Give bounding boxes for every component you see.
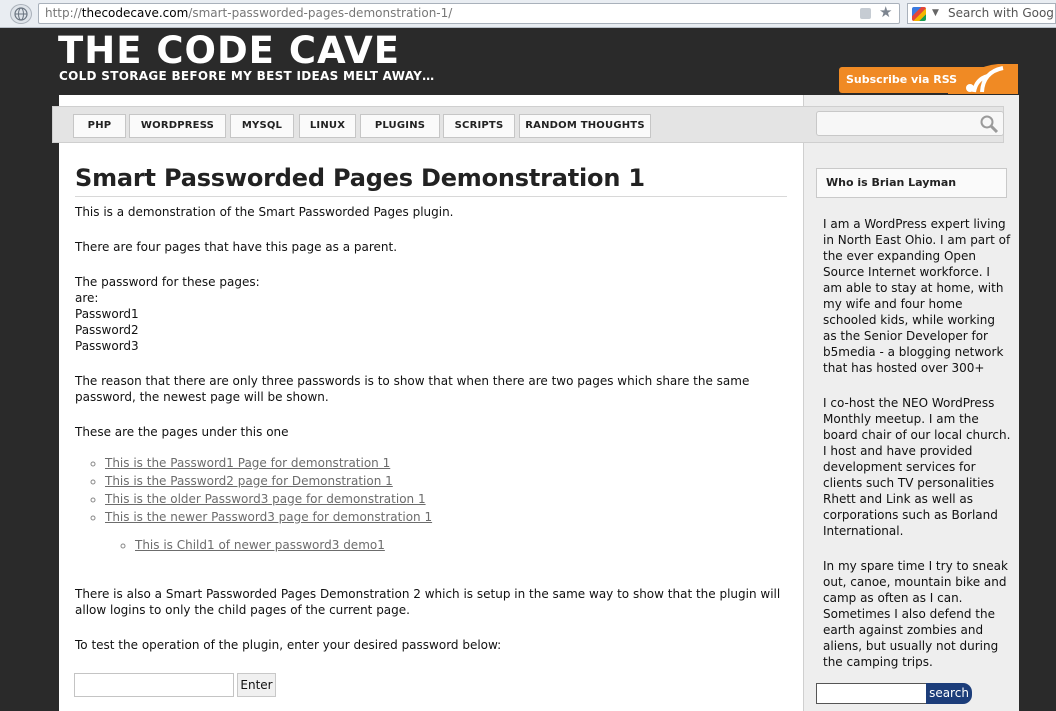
post-intro: This is a demonstration of the Smart Pas…: [75, 205, 454, 219]
list-item: This is the Password1 Page for demonstra…: [105, 455, 787, 471]
browser-search-placeholder: Search with Google: [948, 6, 1056, 20]
post-parent-note: There are four pages that have this page…: [75, 240, 398, 254]
nav-item-php[interactable]: PHP: [73, 114, 126, 138]
list-item: This is the older Password3 page for dem…: [105, 491, 787, 507]
bio-paragraph: I co-host the NEO WordPress Monthly meet…: [823, 396, 1011, 538]
post-demo2-note: There is also a Smart Passworded Pages D…: [75, 587, 781, 617]
post-test-note: To test the operation of the plugin, ent…: [75, 638, 502, 652]
site-title[interactable]: THE CODE CAVE: [58, 30, 400, 72]
list-item: This is Child1 of newer password3 demo1: [135, 537, 787, 553]
child-pages-list: This is the Password1 Page for demonstra…: [105, 455, 787, 525]
magnifier-icon[interactable]: [979, 114, 999, 134]
child-page-link[interactable]: This is the older Password3 page for dem…: [105, 492, 426, 506]
child-page-link[interactable]: This is the newer Password3 page for dem…: [105, 510, 432, 524]
site-tagline: COLD STORAGE BEFORE MY BEST IDEAS MELT A…: [59, 69, 435, 83]
url-domain: thecodecave.com: [81, 6, 189, 20]
globe-icon[interactable]: [10, 4, 32, 24]
widget-title: Who is Brian Layman: [816, 168, 1007, 198]
passwords-are: are:: [75, 291, 99, 305]
sidebar-search-input[interactable]: [816, 683, 928, 704]
url-path: /smart-passworded-pages-demonstration-1/: [188, 6, 453, 20]
password-input[interactable]: [74, 673, 234, 697]
browser-search-box[interactable]: ▼ Search with Google: [907, 3, 1056, 24]
address-bar[interactable]: http://thecodecave.com/smart-passworded-…: [38, 3, 900, 24]
bio-paragraph: I am a WordPress expert living in North …: [823, 217, 1011, 375]
list-item: This is the Password2 page for Demonstra…: [105, 473, 787, 489]
google-icon: [912, 7, 926, 21]
child-page-link[interactable]: This is the Password2 page for Demonstra…: [105, 474, 393, 488]
grandchild-page-link[interactable]: This is Child1 of newer password3 demo1: [135, 538, 385, 552]
password-list: The password for these pages: are: Passw…: [75, 274, 787, 354]
pages-heading: These are the pages under this one: [75, 425, 289, 439]
bio-paragraph: In my spare time I try to sneak out, can…: [823, 559, 1008, 669]
bookmark-star-icon[interactable]: ★: [879, 4, 892, 20]
sidebar-search-button[interactable]: search: [926, 683, 972, 704]
list-item: This is the newer Password3 page for dem…: [105, 509, 787, 525]
site-search-input[interactable]: [816, 111, 1004, 136]
nav-item-plugins[interactable]: PLUGINS: [360, 114, 440, 138]
password-item: Password2: [75, 323, 139, 337]
post-content: Smart Passworded Pages Demonstration 1 T…: [75, 162, 787, 672]
nav-item-scripts[interactable]: SCRIPTS: [443, 114, 515, 138]
passwords-heading: The password for these pages:: [75, 275, 260, 289]
nav-item-random-thoughts[interactable]: RANDOM THOUGHTS: [519, 114, 651, 138]
grandchild-pages-list: This is Child1 of newer password3 demo1: [135, 537, 787, 553]
url-prefix: http://: [45, 6, 82, 20]
post-reason: The reason that there are only three pas…: [75, 374, 750, 404]
bio-text: I am a WordPress expert living in North …: [823, 216, 1011, 689]
chevron-down-icon[interactable]: ▼: [932, 4, 939, 23]
password-item: Password1: [75, 307, 139, 321]
password-item: Password3: [75, 339, 139, 353]
nav-item-wordpress[interactable]: WORDPRESS: [129, 114, 226, 138]
nav-item-mysql[interactable]: MYSQL: [230, 114, 294, 138]
nav-item-linux[interactable]: LINUX: [299, 114, 356, 138]
enter-button[interactable]: Enter: [237, 673, 276, 697]
post-title: Smart Passworded Pages Demonstration 1: [75, 162, 787, 197]
rss-feed-icon[interactable]: [860, 8, 871, 19]
child-page-link[interactable]: This is the Password1 Page for demonstra…: [105, 456, 390, 470]
browser-toolbar: http://thecodecave.com/smart-passworded-…: [0, 0, 1056, 28]
rss-icon[interactable]: [948, 62, 1018, 94]
